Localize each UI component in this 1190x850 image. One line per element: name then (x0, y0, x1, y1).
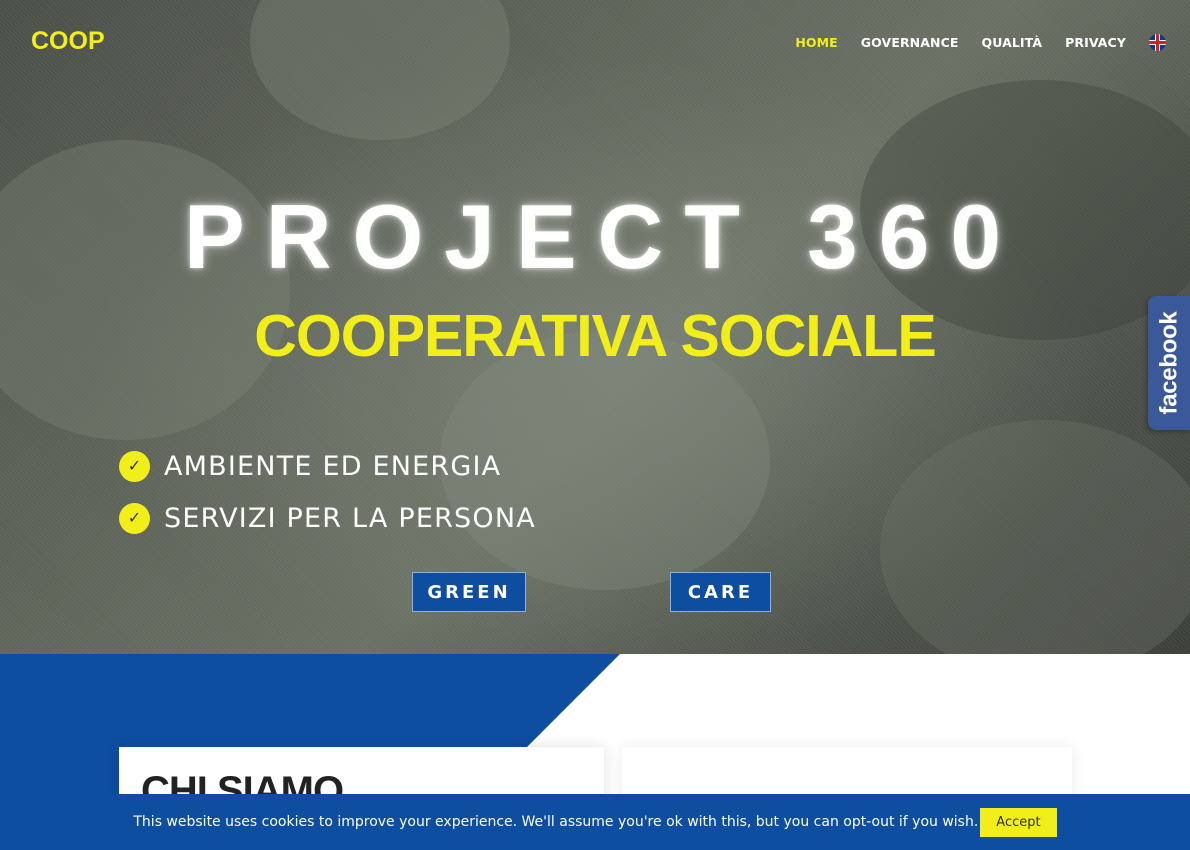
main-nav: HOME GOVERNANCE QUALITÀ PRIVACY (772, 34, 1166, 51)
facebook-label: facebook (1155, 311, 1182, 415)
hero-background-shape (0, 140, 290, 440)
feature-label: AMBIENTE ED ENERGIA (164, 450, 502, 482)
hero-background-shape (880, 420, 1190, 654)
accept-cookies-button[interactable]: Accept (980, 807, 1057, 837)
nav-governance[interactable]: GOVERNANCE (861, 35, 959, 50)
nav-qualita[interactable]: QUALITÀ (982, 35, 1043, 50)
cookie-banner: This website uses cookies to improve you… (0, 794, 1190, 850)
hero-background-shape (250, 0, 510, 140)
feature-item: ✓ AMBIENTE ED ENERGIA (119, 440, 536, 492)
hero-title: PROJECT 360 (184, 187, 1022, 288)
check-icon: ✓ (119, 502, 150, 534)
green-button[interactable]: GREEN (412, 572, 526, 612)
feature-label: SERVIZI PER LA PERSONA (164, 502, 536, 534)
feature-item: ✓ SERVIZI PER LA PERSONA (119, 492, 536, 544)
site-logo[interactable]: COOP (31, 27, 105, 56)
cookie-text: This website uses cookies to improve you… (133, 814, 979, 830)
check-icon: ✓ (119, 450, 150, 482)
nav-privacy[interactable]: PRIVACY (1065, 35, 1126, 50)
care-button[interactable]: CARE (670, 572, 771, 612)
hero-feature-list: ✓ AMBIENTE ED ENERGIA ✓ SERVIZI PER LA P… (119, 440, 536, 544)
facebook-tab[interactable]: facebook (1148, 296, 1190, 430)
hero-subtitle: COOPERATIVA SOCIALE (254, 303, 936, 369)
uk-flag-icon[interactable] (1149, 34, 1166, 51)
hero-section: COOP HOME GOVERNANCE QUALITÀ PRIVACY PRO… (0, 0, 1190, 654)
nav-home[interactable]: HOME (795, 35, 837, 50)
